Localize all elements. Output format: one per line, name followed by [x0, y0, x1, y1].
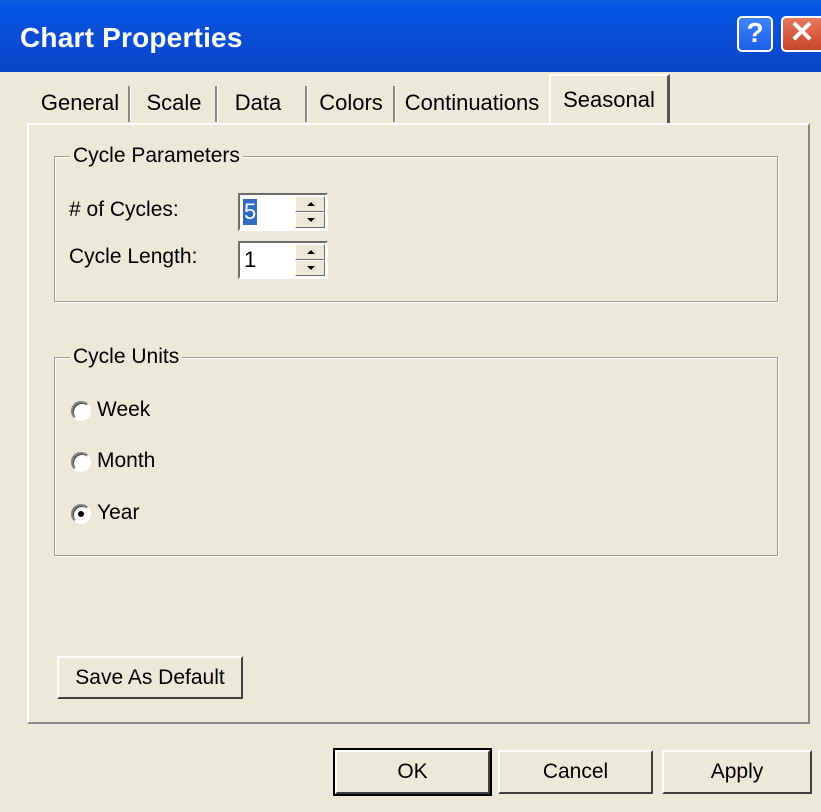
tab-separator [128, 86, 131, 122]
spin-down-icon[interactable] [295, 260, 325, 276]
cycle-length-spin-buttons[interactable] [295, 244, 325, 276]
radio-year-button[interactable] [71, 504, 91, 524]
radio-week-label[interactable]: Week [97, 398, 150, 422]
num-cycles-spinner[interactable]: 5 [238, 193, 328, 231]
close-icon[interactable]: ✕ [781, 16, 821, 52]
title-bar[interactable]: Chart Properties ? ✕ [0, 0, 821, 72]
cycle-parameters-label: Cycle Parameters [70, 144, 243, 168]
window-title: Chart Properties [20, 22, 243, 53]
tab-separator [305, 86, 308, 122]
tab-continuations[interactable]: Continuations [398, 83, 546, 123]
tab-separator [393, 86, 396, 122]
chart-properties-dialog: Chart Properties ? ✕ General Scale Data … [0, 0, 821, 812]
spin-up-icon[interactable] [295, 244, 325, 260]
tab-general[interactable]: General [33, 83, 127, 123]
cycle-units-group [54, 357, 778, 556]
apply-button[interactable]: Apply [662, 750, 812, 794]
spin-down-icon[interactable] [295, 212, 325, 228]
tab-separator [215, 86, 218, 122]
spin-up-icon[interactable] [295, 196, 325, 212]
cancel-button[interactable]: Cancel [498, 750, 653, 794]
tab-seasonal[interactable]: Seasonal [549, 74, 670, 125]
cycle-length-value[interactable]: 1 [243, 247, 257, 273]
cycle-length-spinner[interactable]: 1 [238, 241, 328, 279]
ok-button[interactable]: OK [333, 748, 492, 796]
num-cycles-value[interactable]: 5 [243, 199, 258, 225]
cycle-length-label: Cycle Length: [69, 245, 198, 268]
num-cycles-label: # of Cycles: [69, 198, 179, 221]
tab-data[interactable]: Data [220, 83, 296, 123]
tab-scale[interactable]: Scale [133, 83, 215, 123]
radio-week-button[interactable] [71, 401, 91, 421]
radio-year-label[interactable]: Year [97, 501, 139, 525]
cycle-parameters-group [54, 156, 778, 302]
radio-month-label[interactable]: Month [97, 449, 155, 473]
save-as-default-button[interactable]: Save As Default [57, 656, 243, 699]
help-icon[interactable]: ? [737, 16, 773, 52]
cycle-units-label: Cycle Units [70, 345, 183, 369]
tab-colors[interactable]: Colors [310, 83, 392, 123]
num-cycles-spin-buttons[interactable] [295, 196, 325, 228]
radio-month-button[interactable] [71, 452, 91, 472]
